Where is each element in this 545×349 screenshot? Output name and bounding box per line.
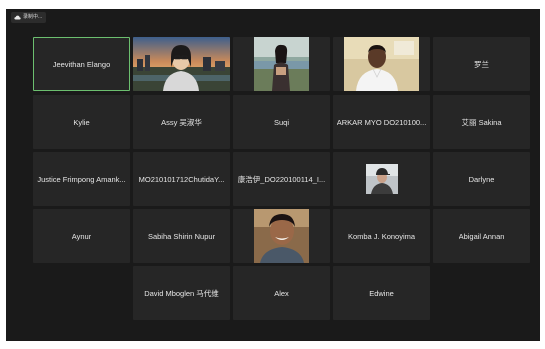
participant-tile[interactable]: 康浩伊_DO220100114_I...	[233, 152, 330, 206]
participant-name: Edwine	[369, 288, 394, 298]
participant-name: Assy 吴淑华	[161, 117, 202, 127]
participant-tile[interactable]: Kylie	[33, 95, 130, 149]
participant-video	[254, 209, 309, 263]
participant-tile[interactable]: 罗兰	[433, 37, 530, 91]
participant-name: 康浩伊_DO220100114_I...	[237, 174, 326, 184]
participant-tile[interactable]: MO210101712ChutidaY...	[133, 152, 230, 206]
participant-name: Sabiha Shirin Nupur	[147, 231, 216, 241]
participant-tile[interactable]: Justice Frimpong Amank...	[33, 152, 130, 206]
participant-tile[interactable]: ARKAR MYO DO210100...	[333, 95, 430, 149]
participant-name: Aynur	[71, 231, 92, 241]
participant-name: Abigail Annan	[458, 231, 505, 241]
participant-tile[interactable]: Darlyne	[433, 152, 530, 206]
participant-name: Suqi	[273, 117, 289, 127]
recording-label: 录制中...	[23, 14, 43, 20]
participant-tile[interactable]	[333, 152, 430, 206]
participant-name: ARKAR MYO DO210100...	[336, 117, 427, 127]
participant-name: Justice Frimpong Amank...	[37, 174, 126, 184]
participant-tile[interactable]	[233, 37, 330, 91]
participant-tile[interactable]	[333, 37, 430, 91]
participant-name: Darlyne	[468, 174, 495, 184]
participant-name: Komba J. Konoyima	[347, 231, 416, 241]
participant-video	[344, 37, 419, 91]
participant-profile-photo	[365, 164, 398, 194]
participant-video	[133, 37, 230, 91]
participant-tile[interactable]: Edwine	[333, 266, 430, 320]
participant-tile[interactable]: Sabiha Shirin Nupur	[133, 209, 230, 263]
participant-name: Kylie	[73, 117, 90, 127]
participant-name: 艾丽 Sakina	[461, 117, 502, 127]
participant-video	[254, 37, 309, 91]
participant-tile[interactable]: Jeevithan Elango	[33, 37, 130, 91]
participant-name: Alex	[274, 288, 289, 298]
meeting-window: 录制中... Jeevithan Elango 罗兰 Kylie Assy 吴淑…	[6, 9, 540, 341]
participant-tile[interactable]: Assy 吴淑华	[133, 95, 230, 149]
participant-tile[interactable]	[133, 37, 230, 91]
participant-tile[interactable]: Aynur	[33, 209, 130, 263]
participant-name: 罗兰	[474, 59, 489, 69]
participant-tile[interactable]: Suqi	[233, 95, 330, 149]
participant-tile[interactable]: 艾丽 Sakina	[433, 95, 530, 149]
participant-tile[interactable]: Alex	[233, 266, 330, 320]
recording-indicator[interactable]: 录制中...	[11, 12, 47, 23]
participant-tile[interactable]	[233, 209, 330, 263]
participant-tile[interactable]: Komba J. Konoyima	[333, 209, 430, 263]
participant-name: David Mboglen 马代维	[144, 288, 219, 298]
cloud-icon	[14, 15, 21, 20]
participant-tile[interactable]: Abigail Annan	[433, 209, 530, 263]
participant-name: Jeevithan Elango	[52, 59, 111, 69]
participant-name: MO210101712ChutidaY...	[138, 174, 225, 184]
participant-tile[interactable]: David Mboglen 马代维	[133, 266, 230, 320]
